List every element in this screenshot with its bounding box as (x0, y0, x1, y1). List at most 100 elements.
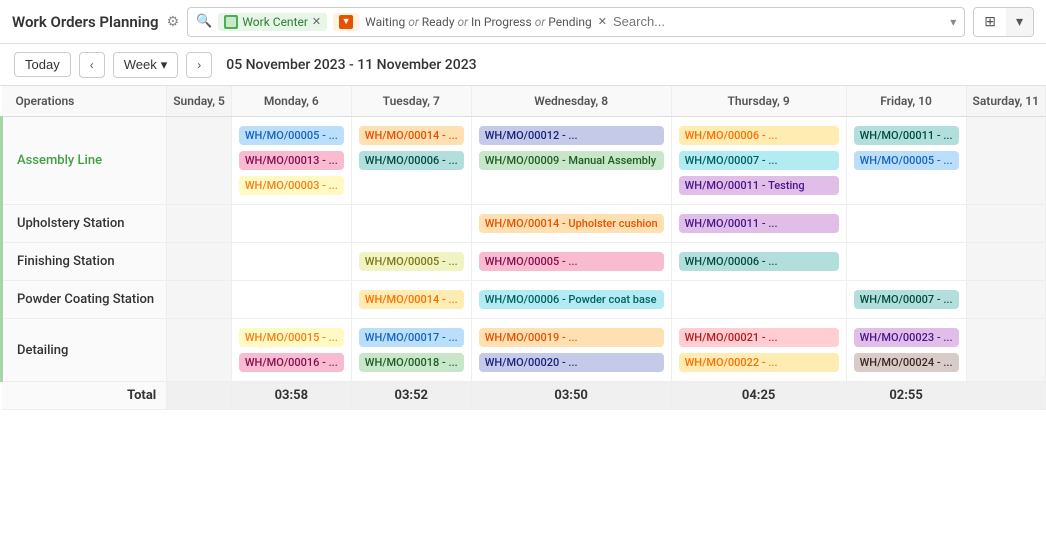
work-order-chip[interactable]: WH/MO/00007 - ... (679, 151, 839, 170)
cell-powder-wednesday: WH/MO/00006 - Powder coat base (471, 281, 671, 319)
search-icon: 🔍 (196, 14, 212, 29)
work-order-chip[interactable]: WH/MO/00006 - ... (679, 126, 839, 145)
cell-powder-friday: WH/MO/00007 - ... (846, 281, 966, 319)
work-order-chip[interactable]: WH/MO/00009 - Manual Assembly (479, 151, 664, 170)
work-order-chip[interactable]: WH/MO/00006 - ... (679, 252, 839, 271)
work-order-chip[interactable]: WH/MO/00024 - ... (854, 353, 959, 372)
operation-upholstery: Upholstery Station (2, 205, 167, 243)
total-saturday (966, 382, 1045, 410)
app-title: Work Orders Planning (12, 13, 159, 31)
table-row: Detailing WH/MO/00015 - ... WH/MO/00016 … (2, 319, 1046, 382)
work-order-chip[interactable]: WH/MO/00019 - ... (479, 328, 664, 347)
cell-upholstery-tuesday (351, 205, 471, 243)
cell-upholstery-monday (231, 205, 351, 243)
search-dropdown-arrow[interactable]: ▾ (950, 15, 956, 29)
col-friday: Friday, 10 (846, 86, 966, 117)
work-order-chip[interactable]: WH/MO/00011 - ... (854, 126, 959, 145)
work-order-chip[interactable]: WH/MO/00015 - ... (239, 328, 344, 347)
week-dropdown-icon: ▾ (161, 57, 168, 73)
work-order-chip[interactable]: WH/MO/00006 - ... (359, 151, 464, 170)
tag-work-center-label: Work Center (242, 15, 308, 29)
gear-icon[interactable]: ⚙ (167, 14, 180, 30)
total-tuesday: 03:52 (351, 382, 471, 410)
work-order-chip[interactable]: WH/MO/00005 - ... (359, 252, 464, 271)
col-sunday: Sunday, 5 (167, 86, 232, 117)
work-order-chip[interactable]: WH/MO/00020 - ... (479, 353, 664, 372)
table-row: Upholstery Station WH/MO/00014 - Upholst… (2, 205, 1046, 243)
operation-detailing: Detailing (2, 319, 167, 382)
total-wednesday: 03:50 (471, 382, 671, 410)
work-order-chip[interactable]: WH/MO/00016 - ... (239, 353, 344, 372)
work-order-chip[interactable]: WH/MO/00005 - ... (854, 151, 959, 170)
work-order-chip[interactable]: WH/MO/00005 - ... (239, 126, 344, 145)
col-thursday: Thursday, 9 (671, 86, 846, 117)
cell-upholstery-sunday (167, 205, 232, 243)
view-dropdown-button[interactable]: ▾ (1006, 8, 1033, 36)
col-monday: Monday, 6 (231, 86, 351, 117)
total-sunday (167, 382, 232, 410)
work-order-chip[interactable]: WH/MO/00023 - ... (854, 328, 959, 347)
work-order-chip[interactable]: WH/MO/00017 - ... (359, 328, 464, 347)
tag-work-center-close[interactable]: ✕ (312, 15, 321, 28)
cell-assembly-saturday (966, 117, 1045, 205)
cell-powder-thursday (671, 281, 846, 319)
work-order-chip[interactable]: WH/MO/00018 - ... (359, 353, 464, 372)
toolbar: Today ‹ Week ▾ › 05 November 2023 - 11 N… (0, 44, 1046, 86)
cell-detailing-friday: WH/MO/00023 - ... WH/MO/00024 - ... (846, 319, 966, 382)
view-grid-button[interactable]: ⊞ (974, 8, 1006, 36)
total-thursday: 04:25 (671, 382, 846, 410)
operation-finishing: Finishing Station (2, 243, 167, 281)
search-input[interactable] (613, 14, 944, 29)
week-button[interactable]: Week ▾ (113, 52, 179, 78)
total-label: Total (2, 382, 167, 410)
cell-assembly-friday: WH/MO/00011 - ... WH/MO/00005 - ... (846, 117, 966, 205)
grid-container: Operations Sunday, 5 Monday, 6 Tuesday, … (0, 86, 1046, 559)
work-order-chip[interactable]: WH/MO/00022 - ... (679, 353, 839, 372)
operation-assembly-line: Assembly Line (2, 117, 167, 205)
cell-detailing-sunday (167, 319, 232, 382)
cell-powder-tuesday: WH/MO/00014 - ... (351, 281, 471, 319)
total-row: Total 03:58 03:52 03:50 04:25 02:55 (2, 382, 1046, 410)
prev-button[interactable]: ‹ (79, 52, 105, 78)
tag-filter: ▼ (333, 13, 359, 31)
cell-upholstery-friday (846, 205, 966, 243)
cell-assembly-thursday: WH/MO/00006 - ... WH/MO/00007 - ... WH/M… (671, 117, 846, 205)
work-order-chip[interactable]: WH/MO/00011 - Testing (679, 176, 839, 195)
cell-assembly-sunday (167, 117, 232, 205)
work-order-chip[interactable]: WH/MO/00013 - ... (239, 151, 344, 170)
cell-upholstery-thursday: WH/MO/00011 - ... (671, 205, 846, 243)
cell-finishing-saturday (966, 243, 1045, 281)
header-row: Operations Sunday, 5 Monday, 6 Tuesday, … (2, 86, 1046, 117)
today-button[interactable]: Today (14, 52, 71, 77)
next-button[interactable]: › (186, 52, 212, 78)
cell-assembly-monday: WH/MO/00005 - ... WH/MO/00013 - ... WH/M… (231, 117, 351, 205)
filter-icon: ▼ (339, 15, 353, 29)
table-row: Assembly Line WH/MO/00005 - ... WH/MO/00… (2, 117, 1046, 205)
table-row: Powder Coating Station WH/MO/00014 - ...… (2, 281, 1046, 319)
cell-detailing-monday: WH/MO/00015 - ... WH/MO/00016 - ... (231, 319, 351, 382)
work-order-chip[interactable]: WH/MO/00021 - ... (679, 328, 839, 347)
work-center-icon (224, 15, 238, 29)
filter-close[interactable]: ✕ (598, 15, 607, 28)
table-row: Finishing Station WH/MO/00005 - ... WH/M… (2, 243, 1046, 281)
col-wednesday: Wednesday, 8 (471, 86, 671, 117)
work-order-chip[interactable]: WH/MO/00014 - Upholster cushion (479, 214, 664, 233)
work-order-chip[interactable]: WH/MO/00006 - Powder coat base (479, 290, 664, 309)
work-order-chip[interactable]: WH/MO/00014 - ... (359, 126, 464, 145)
work-order-chip[interactable]: WH/MO/00007 - ... (854, 290, 959, 309)
col-tuesday: Tuesday, 7 (351, 86, 471, 117)
work-order-chip[interactable]: WH/MO/00014 - ... (359, 290, 464, 309)
cell-finishing-thursday: WH/MO/00006 - ... (671, 243, 846, 281)
cell-powder-monday (231, 281, 351, 319)
top-bar: Work Orders Planning ⚙ 🔍 Work Center ✕ ▼… (0, 0, 1046, 44)
work-order-chip[interactable]: WH/MO/00011 - ... (679, 214, 839, 233)
cell-upholstery-saturday (966, 205, 1045, 243)
work-order-chip[interactable]: WH/MO/00005 - ... (479, 252, 664, 271)
filter-text: Waiting or Ready or In Progress or Pendi… (365, 15, 592, 29)
cell-powder-sunday (167, 281, 232, 319)
work-order-chip[interactable]: WH/MO/00003 - ... (239, 176, 344, 195)
tag-work-center: Work Center ✕ (218, 13, 327, 31)
cell-powder-saturday (966, 281, 1045, 319)
col-saturday: Saturday, 11 (966, 86, 1045, 117)
work-order-chip[interactable]: WH/MO/00012 - ... (479, 126, 664, 145)
